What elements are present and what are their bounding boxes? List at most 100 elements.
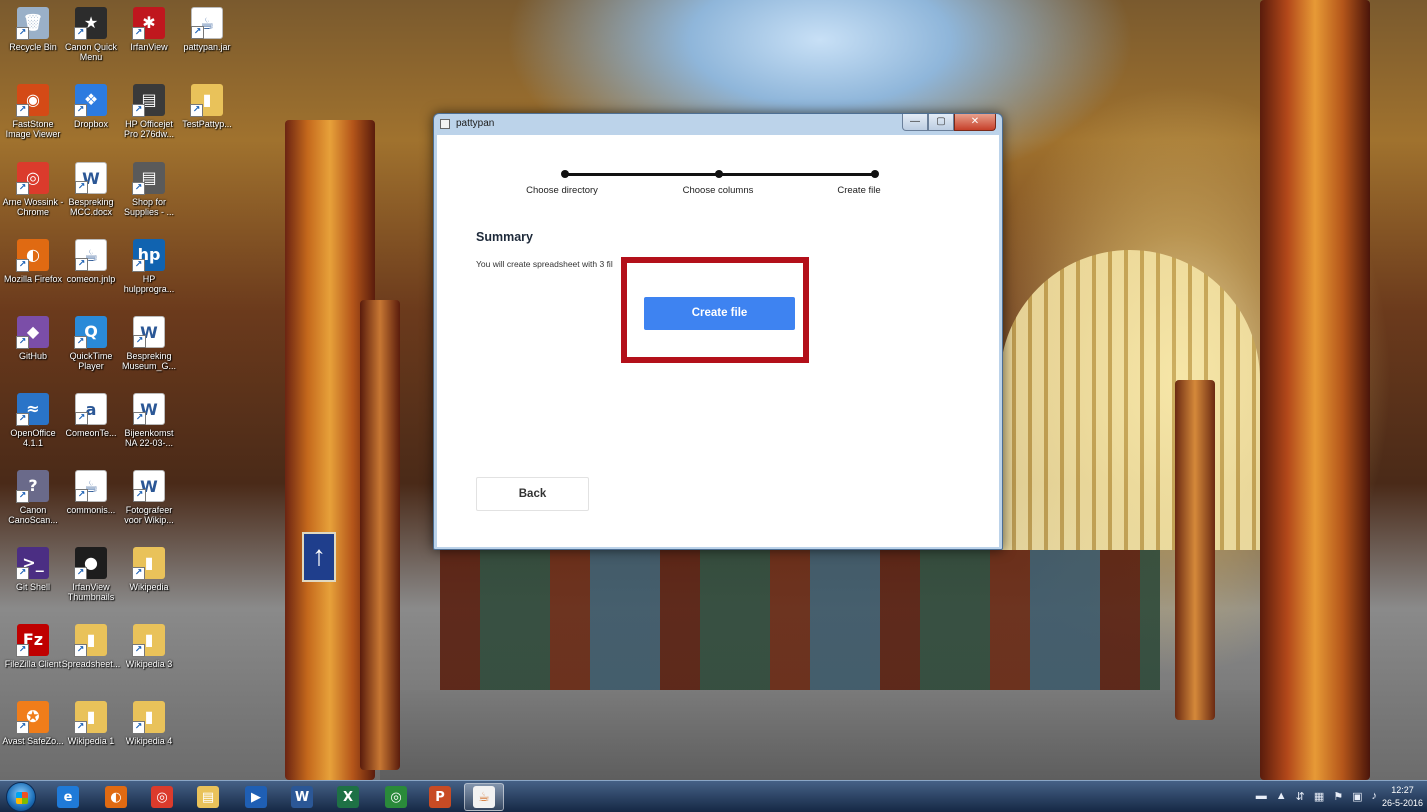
app-icon [440, 119, 450, 129]
desktop-icon[interactable]: W Bijeenkomst NA 22-03-... [118, 393, 180, 448]
desktop-icon[interactable]: ◆ GitHub [2, 316, 64, 361]
github-icon: ◆ [16, 316, 49, 349]
desktop-icon[interactable]: Fz FileZilla Client [2, 624, 64, 669]
tray-icon[interactable]: ⇵ [1296, 790, 1305, 803]
desktop-icon[interactable]: ▮ TestPattyp... [176, 84, 238, 129]
dropbox-icon: ❖ [74, 84, 107, 117]
irfanview-icon: ✱ [132, 7, 165, 40]
folder-icon: ▮ [132, 701, 165, 734]
desktop-icon[interactable]: ▤HP Officejet Pro 276dw... [118, 84, 180, 139]
desktop-icon-label: ComeonTe... [65, 428, 117, 438]
taskbar-button[interactable]: ◎ [376, 783, 416, 811]
hp-icon: hp [132, 239, 165, 272]
desktop-icon-label: Canon CanoScan... [8, 505, 58, 525]
desktop-icon[interactable]: ★Canon Quick Menu [60, 7, 122, 62]
word-document-icon: W [133, 316, 165, 348]
desktop-icon[interactable]: hpHP hulpprogra... [118, 239, 180, 294]
desktop-icon-label: IrfanView [130, 42, 168, 52]
desktop-icon-label: Git Shell [15, 582, 50, 592]
excel-icon: X [337, 786, 359, 808]
desktop-icon[interactable]: ▮ Wikipedia 4 [118, 701, 180, 746]
create-file-button[interactable]: Create file [644, 297, 795, 330]
desktop-icon[interactable]: ✱ IrfanView [118, 7, 180, 52]
taskbar-button[interactable]: ◎ [142, 783, 182, 811]
desktop-icon[interactable]: 🗑 Recycle Bin [2, 7, 64, 52]
desktop-icon-label: Bespreking Museum_G... [121, 351, 177, 371]
java-file-icon: ☕ [75, 239, 107, 271]
taskbar-button[interactable]: ▤ [188, 783, 228, 811]
folder-icon: ▮ [190, 84, 223, 117]
start-button[interactable] [6, 782, 36, 812]
step-label-create-file: Create file [837, 185, 881, 196]
tray-icon[interactable]: ▲ [1276, 790, 1287, 803]
caption-buttons: — ▢ ✕ [902, 114, 996, 132]
taskbar-button[interactable]: ☕ [464, 783, 504, 811]
desktop-icon-label: comeon.jnlp [66, 274, 116, 284]
desktop-icon[interactable]: ☕ commonis... [60, 470, 122, 515]
desktop-icon[interactable]: QQuickTime Player [60, 316, 122, 371]
taskbar-button[interactable]: P [420, 783, 460, 811]
spreadsheet-file-icon: a [75, 393, 107, 425]
window-titlebar[interactable]: pattypan — ▢ ✕ [434, 114, 1002, 134]
desktop-icon[interactable]: ❖ Dropbox [60, 84, 122, 129]
close-button[interactable]: ✕ [954, 114, 996, 131]
desktop-icon[interactable]: >_ Git Shell [2, 547, 64, 592]
desktop-icon[interactable]: W Bespreking Museum_G... [118, 316, 180, 371]
desktop-icon-label: Wikipedia 3 [125, 659, 173, 669]
wallpaper-arch [1000, 250, 1260, 550]
tray-icon[interactable]: ♪ [1372, 790, 1378, 803]
desktop-icon[interactable]: ▤Shop for Supplies - ... [118, 162, 180, 217]
taskbar-button[interactable]: e [48, 783, 88, 811]
desktop-icon[interactable]: ☕ comeon.jnlp [60, 239, 122, 284]
taskbar-button[interactable]: ◐ [96, 783, 136, 811]
wallpaper-arrow-sign [302, 532, 336, 582]
word-document-icon: W [133, 393, 165, 425]
taskbar-button[interactable]: ▶ [236, 783, 276, 811]
desktop-icon-label: Mozilla Firefox [3, 274, 62, 284]
desktop-icon[interactable]: W Bespreking MCC.docx [60, 162, 122, 217]
tray-icon[interactable]: ▦ [1314, 790, 1324, 803]
desktop-icon-label: pattypan.jar [183, 42, 231, 52]
maximize-button[interactable]: ▢ [928, 114, 954, 131]
folder-icon: ▮ [132, 624, 165, 657]
desktop-icon[interactable]: ▮ Wikipedia 1 [60, 701, 122, 746]
system-tray: ▬ ▲ ⇵ ▦ ⚑ ▣ ♪ [1256, 790, 1377, 803]
filezilla-icon: Fz [16, 624, 49, 657]
tray-icon[interactable]: ⚑ [1333, 790, 1343, 803]
desktop-icon[interactable]: ◎Arne Wossink - Chrome [2, 162, 64, 217]
desktop-icon[interactable]: ☕ pattypan.jar [176, 7, 238, 52]
internet-explorer-icon: e [57, 786, 79, 808]
desktop-icon-label: Canon Quick Menu [64, 42, 118, 62]
wallpaper-shopfronts [440, 550, 1160, 690]
desktop-icon[interactable]: ▮ Wikipedia [118, 547, 180, 592]
desktop-icon[interactable]: ●IrfanView Thumbnails [60, 547, 122, 602]
desktop-icon[interactable]: ≈OpenOffice 4.1.1 [2, 393, 64, 448]
step-label-choose-directory: Choose directory [526, 185, 598, 196]
file-explorer-icon: ▤ [197, 786, 219, 808]
recycle-bin-icon: 🗑 [16, 7, 49, 40]
folder-icon: ▮ [74, 701, 107, 734]
java-icon: ☕ [473, 786, 495, 808]
back-button[interactable]: Back [476, 477, 589, 511]
desktop-icon[interactable]: a ComeonTe... [60, 393, 122, 438]
desktop-icon[interactable]: ▮ Spreadsheet... [60, 624, 122, 669]
desktop-icon[interactable]: ◐ Mozilla Firefox [2, 239, 64, 284]
tray-icon[interactable]: ▣ [1352, 790, 1362, 803]
desktop-icon-label: Wikipedia [129, 582, 169, 592]
taskbar-clock[interactable]: 12:27 26-5-2016 [1382, 784, 1423, 810]
minimize-button[interactable]: — [902, 114, 928, 131]
desktop-icon-label: Fotografeer voor Wikip... [124, 505, 174, 525]
taskbar: e ◐ ◎ ▤ ▶ W X ◎ P ☕ ▬ ▲ ⇵ ▦ ⚑ ▣ ♪ 12:27 26-5-2016 [0, 780, 1427, 812]
summary-heading: Summary [476, 230, 533, 244]
desktop-icon[interactable]: ?Canon CanoScan... [2, 470, 64, 525]
desktop-icon[interactable]: ✪ Avast SafeZo... [2, 701, 64, 746]
tray-icon[interactable]: ▬ [1256, 790, 1267, 803]
desktop-icon[interactable]: ▮ Wikipedia 3 [118, 624, 180, 669]
desktop-icon[interactable]: W Fotografeer voor Wikip... [118, 470, 180, 525]
taskbar-button[interactable]: X [328, 783, 368, 811]
wallpaper-column [1260, 0, 1370, 780]
git-shell-icon: >_ [16, 547, 49, 580]
step-dot-create-file [871, 170, 879, 178]
desktop-icon[interactable]: ◉FastStone Image Viewer [2, 84, 64, 139]
taskbar-button[interactable]: W [282, 783, 322, 811]
